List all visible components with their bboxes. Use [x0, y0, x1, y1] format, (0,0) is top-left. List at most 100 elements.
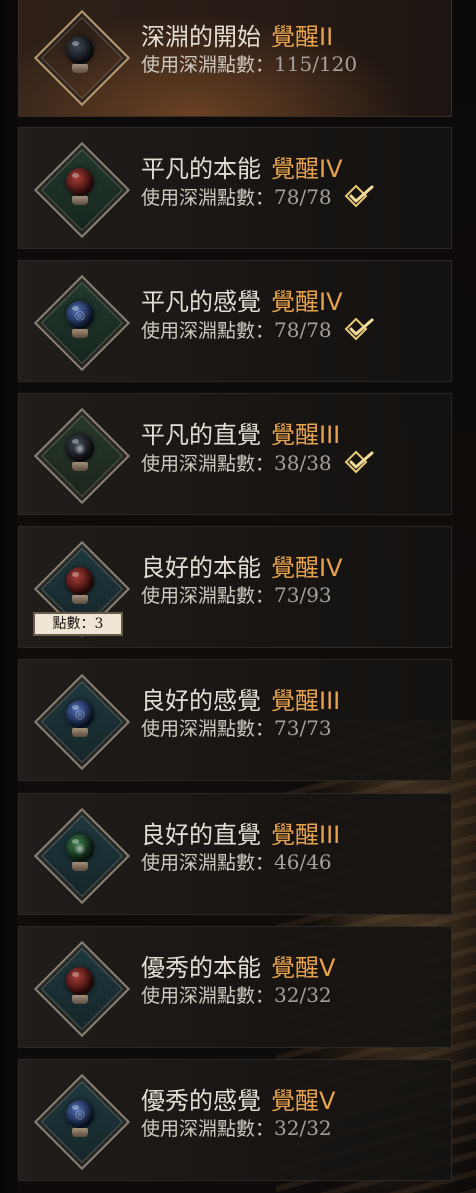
- completed-check-icon: [344, 317, 374, 341]
- usage-label: 使用深淵點數：: [141, 320, 275, 342]
- eye-orb-icon: ◉: [66, 434, 94, 462]
- skill-title-row: 良好的感覺 覺醒III: [141, 686, 340, 716]
- awakening-level: 覺醒III: [271, 687, 341, 715]
- usage-value: 32/32: [274, 983, 332, 1007]
- points-label: 點數：: [52, 616, 95, 632]
- orb-pedestal: [72, 862, 88, 871]
- awakening-level: 覺醒III: [271, 421, 341, 449]
- usage-label: 使用深淵點數：: [141, 718, 275, 740]
- points-badge: 點數：3: [33, 612, 123, 636]
- skill-usage-row: 使用深淵點數：73/73: [141, 716, 332, 741]
- skill-usage-row: 使用深淵點數：73/93: [141, 583, 332, 608]
- skill-usage-row: 使用深淵點數：78/78: [141, 317, 376, 343]
- awakening-level: 覺醒V: [271, 954, 336, 982]
- skill-name: 平凡的直覺: [141, 421, 261, 449]
- skill-card-excellent-instinct[interactable]: 優秀的本能 覺醒V 使用深淵點數：32/32: [18, 926, 452, 1048]
- completed-check-icon: [344, 450, 374, 474]
- skill-card-ordinary-sense[interactable]: ◎ 平凡的感覺 覺醒IV 使用深淵點數：78/78: [18, 260, 452, 382]
- skill-emblem: [33, 9, 131, 107]
- usage-label: 使用深淵點數：: [141, 985, 275, 1007]
- skill-name: 優秀的本能: [141, 954, 261, 982]
- skill-card-excellent-sense[interactable]: ◎ 優秀的感覺 覺醒V 使用深淵點數：32/32: [18, 1059, 452, 1181]
- usage-value: 115/120: [274, 52, 358, 76]
- skill-card-abyss-start[interactable]: 深淵的開始 覺醒II 使用深淵點數：115/120: [18, 0, 452, 117]
- awakening-level: 覺醒II: [271, 23, 334, 51]
- eye-orb-icon: ◉: [66, 834, 94, 862]
- skill-title-row: 優秀的本能 覺醒V: [141, 953, 335, 983]
- usage-value: 46/46: [274, 850, 332, 874]
- skill-usage-row: 使用深淵點數：46/46: [141, 850, 332, 875]
- red-orb-icon: [66, 967, 94, 995]
- left-edge-shade: [0, 0, 18, 1193]
- skill-name: 良好的感覺: [141, 687, 261, 715]
- usage-value: 73/93: [274, 583, 332, 607]
- orb-pedestal: [72, 329, 88, 338]
- awakening-level: 覺醒IV: [271, 155, 343, 183]
- skill-emblem: [33, 940, 131, 1038]
- skill-emblem: ◎: [33, 1073, 131, 1171]
- skill-usage-row: 使用深淵點數：115/120: [141, 52, 357, 77]
- usage-label: 使用深淵點數：: [141, 852, 275, 874]
- usage-label: 使用深淵點數：: [141, 187, 275, 209]
- skill-title-row: 平凡的本能 覺醒IV: [141, 154, 343, 184]
- skill-usage-row: 使用深淵點數：78/78: [141, 184, 376, 210]
- usage-value: 73/73: [274, 716, 332, 740]
- awakening-level: 覺醒IV: [271, 554, 343, 582]
- orb-pedestal: [72, 462, 88, 471]
- orb-pedestal: [72, 995, 88, 1004]
- skill-emblem: ◉: [33, 407, 131, 505]
- red-orb-icon: [66, 567, 94, 595]
- awakening-level: 覺醒IV: [271, 288, 343, 316]
- skill-title-row: 平凡的直覺 覺醒III: [141, 420, 340, 450]
- skill-card-ordinary-instinct[interactable]: 平凡的本能 覺醒IV 使用深淵點數：78/78: [18, 127, 452, 249]
- swirl-orb-icon: ◎: [66, 301, 94, 329]
- usage-label: 使用深淵點數：: [141, 585, 275, 607]
- skill-title-row: 良好的本能 覺醒IV: [141, 553, 343, 583]
- swirl-mark: ◎: [74, 707, 86, 721]
- skill-card-good-instinct[interactable]: 點數：3 良好的本能 覺醒IV 使用深淵點數：73/93: [18, 526, 452, 648]
- orb-pedestal: [72, 196, 88, 205]
- points-value: 3: [94, 616, 104, 632]
- orb-pedestal: [72, 64, 88, 73]
- awakening-level: 覺醒V: [271, 1087, 336, 1115]
- skill-name: 平凡的感覺: [141, 288, 261, 316]
- dark-orb-icon: [66, 36, 94, 64]
- skill-name: 良好的本能: [141, 554, 261, 582]
- skill-name: 平凡的本能: [141, 155, 261, 183]
- orb-pedestal: [72, 728, 88, 737]
- skill-card-good-sense[interactable]: ◎ 良好的感覺 覺醒III 使用深淵點數：73/73: [18, 659, 452, 781]
- usage-label: 使用深淵點數：: [141, 54, 275, 76]
- usage-value: 38/38: [274, 451, 332, 475]
- usage-label: 使用深淵點數：: [141, 1118, 275, 1140]
- usage-value: 78/78: [274, 318, 332, 342]
- skill-title-row: 良好的直覺 覺醒III: [141, 820, 340, 850]
- skill-name: 良好的直覺: [141, 821, 261, 849]
- orb-pedestal: [72, 595, 88, 604]
- swirl-mark: ◎: [74, 1107, 86, 1121]
- skill-emblem: ◎: [33, 673, 131, 771]
- skill-name: 深淵的開始: [141, 23, 261, 51]
- swirl-mark: ◎: [74, 308, 86, 322]
- skill-name: 優秀的感覺: [141, 1087, 261, 1115]
- red-orb-icon: [66, 168, 94, 196]
- usage-label: 使用深淵點數：: [141, 453, 275, 475]
- skill-title-row: 優秀的感覺 覺醒V: [141, 1086, 335, 1116]
- awakening-level: 覺醒III: [271, 821, 341, 849]
- skill-emblem: [33, 141, 131, 239]
- skill-usage-row: 使用深淵點數：32/32: [141, 1116, 332, 1141]
- orb-pedestal: [72, 1128, 88, 1137]
- eye-mark: ◉: [74, 441, 86, 455]
- skill-title-row: 深淵的開始 覺醒II: [141, 22, 333, 52]
- completed-check-icon: [344, 184, 374, 208]
- usage-value: 32/32: [274, 1116, 332, 1140]
- skill-card-ordinary-intuition[interactable]: ◉ 平凡的直覺 覺醒III 使用深淵點數：38/38: [18, 393, 452, 515]
- skill-card-good-intuition[interactable]: ◉ 良好的直覺 覺醒III 使用深淵點數：46/46: [18, 793, 452, 915]
- swirl-orb-icon: ◎: [66, 1100, 94, 1128]
- skill-emblem: ◎: [33, 274, 131, 372]
- skill-usage-row: 使用深淵點數：32/32: [141, 983, 332, 1008]
- usage-value: 78/78: [274, 185, 332, 209]
- eye-mark: ◉: [74, 841, 86, 855]
- skill-emblem: ◉: [33, 807, 131, 905]
- skill-usage-row: 使用深淵點數：38/38: [141, 450, 376, 476]
- swirl-orb-icon: ◎: [66, 700, 94, 728]
